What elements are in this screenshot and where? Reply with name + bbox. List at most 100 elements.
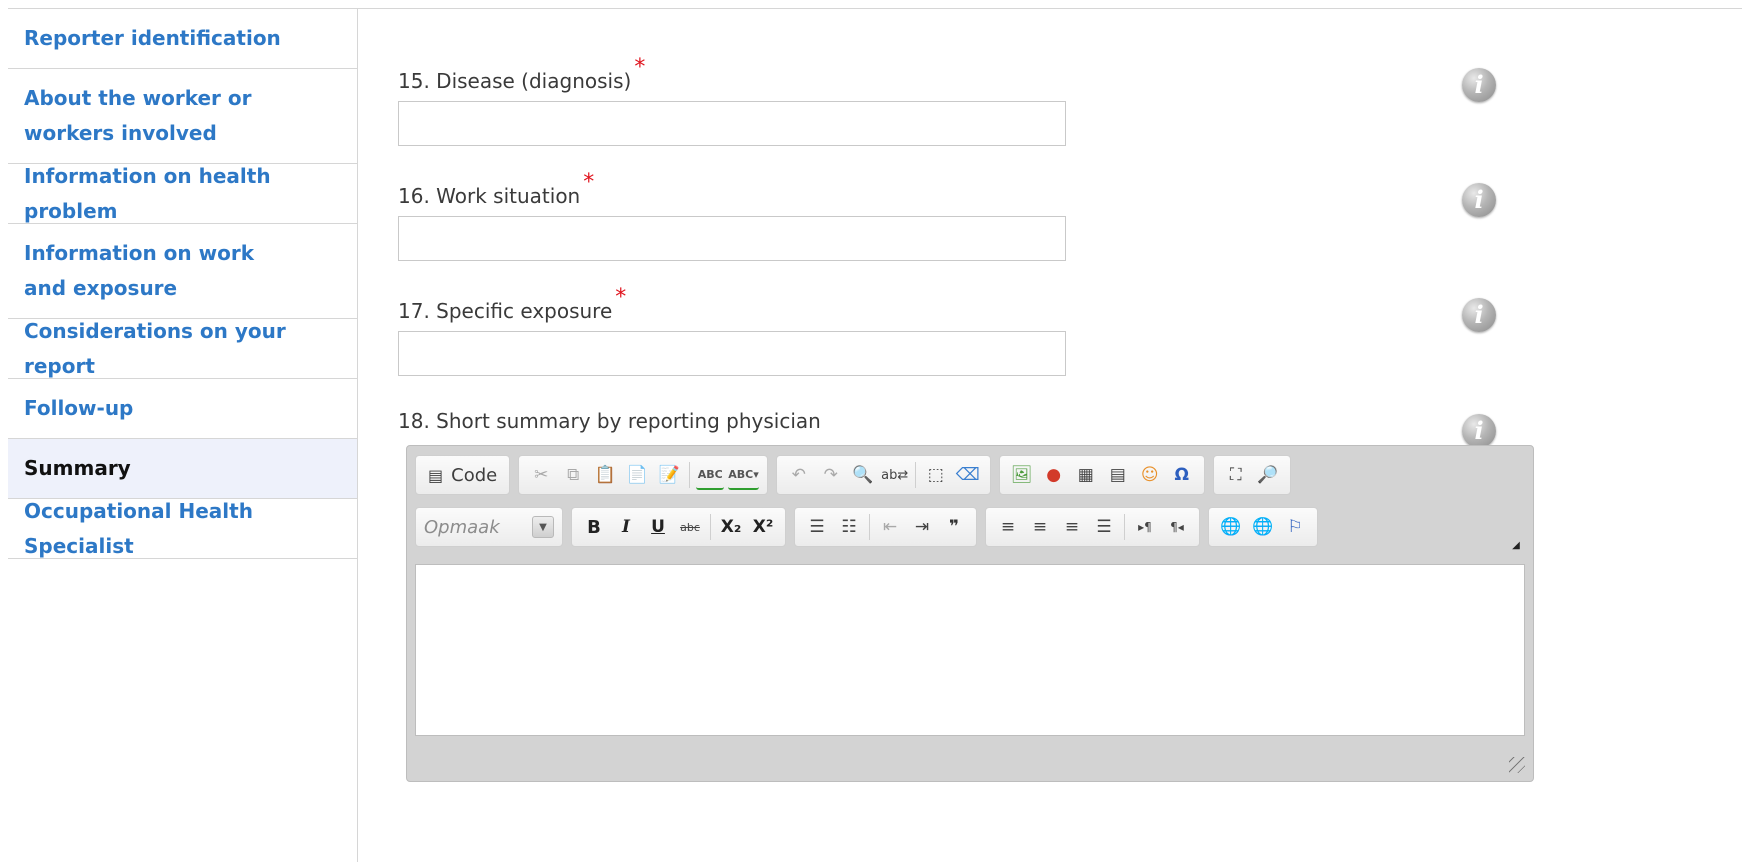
specific-exposure-label: 17. Specific exposure* <box>398 285 626 324</box>
bold-button[interactable]: B <box>580 512 608 542</box>
subscript-button[interactable]: X₂ <box>717 512 745 542</box>
toolbar-separator <box>689 462 691 488</box>
field-label-text: 17. Specific exposure <box>398 299 613 323</box>
field-label-text: 15. Disease (diagnosis) <box>398 69 632 93</box>
work-situation-label: 16. Work situation* <box>398 170 594 209</box>
toolbar-separator <box>1124 514 1125 540</box>
image-icon[interactable]: 🖼 <box>1008 460 1036 490</box>
underline-button[interactable]: U <box>644 512 672 542</box>
collapse-toolbar-icon[interactable]: ◢ <box>1509 540 1523 552</box>
replace-icon[interactable]: ab⇄ <box>881 460 909 490</box>
info-icon[interactable]: i <box>1462 298 1496 332</box>
spellcheck-as-you-type-button[interactable]: ABC▾ <box>728 460 759 490</box>
nav-item-label: Occupational Health Specialist <box>24 498 253 558</box>
toolbar-separator <box>869 514 870 540</box>
redo-icon[interactable]: ↷ <box>817 460 845 490</box>
outdent-icon[interactable]: ⇤ <box>876 512 904 542</box>
justify-icon[interactable]: ☰ <box>1090 512 1118 542</box>
disease-diagnosis-input[interactable] <box>398 101 1066 146</box>
nav-item-label: Summary <box>24 456 131 480</box>
align-right-icon[interactable]: ≡ <box>1058 512 1086 542</box>
editor-toolbar-row-2: Opmaak ▼ B I U abc X₂ X² ☰ ☷ ⇤ ⇥ ❞ ≡ ≡ ≡… <box>415 506 1326 548</box>
resize-handle-icon[interactable] <box>1509 757 1525 773</box>
format-select-label: Opmaak <box>424 516 500 538</box>
specific-exposure-input[interactable] <box>398 331 1066 376</box>
anchor-flag-icon[interactable]: ⚐ <box>1281 512 1309 542</box>
disease-diagnosis-label: 15. Disease (diagnosis)* <box>398 55 645 94</box>
align-left-icon[interactable]: ≡ <box>994 512 1022 542</box>
field-label-text: 16. Work situation <box>398 184 581 208</box>
remove-format-icon[interactable]: ⌫ <box>954 460 982 490</box>
toolbar-group-insert: 🖼 ● ▦ ▤ ☺ Ω <box>998 455 1205 495</box>
paste-from-word-icon[interactable]: 📝 <box>655 460 683 490</box>
toolbar-group-source: ▤ Code <box>415 455 511 495</box>
nav-item-label: Considerations on your report <box>24 318 286 378</box>
toolbar-separator <box>710 514 711 540</box>
required-marker: * <box>634 55 646 80</box>
cut-icon[interactable]: ✂ <box>527 460 555 490</box>
format-select[interactable]: Opmaak ▼ <box>415 507 563 547</box>
spellcheck-button[interactable]: ABC <box>696 460 725 490</box>
align-center-icon[interactable]: ≡ <box>1026 512 1054 542</box>
italic-button[interactable]: I <box>612 512 640 542</box>
source-icon: ▤ <box>428 465 444 485</box>
nav-item-label: Information on work and exposure <box>24 241 254 300</box>
toolbar-group-editing: ↶ ↷ 🔍 ab⇄ ⬚ ⌫ <box>775 455 991 495</box>
select-all-icon[interactable]: ⬚ <box>922 460 950 490</box>
unlink-icon[interactable]: 🌐 <box>1249 512 1277 542</box>
special-char-icon[interactable]: Ω <box>1168 460 1196 490</box>
info-icon[interactable]: i <box>1462 414 1496 448</box>
summary-rich-text-editor: ▤ Code ✂ ⧉ 📋 📄 📝 ABC ABC▾ ↶ ↷ 🔍 ab⇄ ⬚ ⌫ … <box>406 445 1534 782</box>
numbered-list-icon[interactable]: ☰ <box>803 512 831 542</box>
toolbar-group-basic-styles: B I U abc X₂ X² <box>571 507 786 547</box>
nav-item-summary[interactable]: Summary <box>8 439 357 499</box>
text-direction-ltr-icon[interactable]: ▸¶ <box>1131 512 1159 542</box>
preview-icon[interactable]: 🔎 <box>1254 460 1282 490</box>
nav-item-about-worker[interactable]: About the worker or workers involved <box>8 69 357 164</box>
nav-item-label: About the worker or workers involved <box>24 86 252 145</box>
superscript-button[interactable]: X² <box>749 512 777 542</box>
source-code-button[interactable]: ▤ Code <box>424 460 501 490</box>
table-icon[interactable]: ▦ <box>1072 460 1100 490</box>
text-direction-rtl-icon[interactable]: ¶◂ <box>1163 512 1191 542</box>
find-icon[interactable]: 🔍 <box>849 460 877 490</box>
toolbar-separator <box>914 462 916 488</box>
editor-toolbar-row-1: ▤ Code ✂ ⧉ 📋 📄 📝 ABC ABC▾ ↶ ↷ 🔍 ab⇄ ⬚ ⌫ … <box>415 454 1299 496</box>
toolbar-group-alignment: ≡ ≡ ≡ ☰ ▸¶ ¶◂ <box>985 507 1200 547</box>
smiley-icon[interactable]: ☺ <box>1136 460 1164 490</box>
undo-icon[interactable]: ↶ <box>785 460 813 490</box>
paste-text-icon[interactable]: 📄 <box>623 460 651 490</box>
horizontal-rule-icon[interactable]: ▤ <box>1104 460 1132 490</box>
chevron-down-icon: ▼ <box>532 516 554 538</box>
strikethrough-button[interactable]: abc <box>676 512 704 542</box>
indent-icon[interactable]: ⇥ <box>908 512 936 542</box>
source-button-label: Code <box>451 464 498 486</box>
bulleted-list-icon[interactable]: ☷ <box>835 512 863 542</box>
section-navigation: Reporter identification About the worker… <box>8 8 358 862</box>
nav-item-occupational-health-specialist[interactable]: Occupational Health Specialist <box>8 499 357 559</box>
info-icon[interactable]: i <box>1462 183 1496 217</box>
nav-item-label: Follow-up <box>24 396 134 420</box>
blockquote-button[interactable]: ❞ <box>940 512 968 542</box>
toolbar-group-lists: ☰ ☷ ⇤ ⇥ ❞ <box>794 507 977 547</box>
nav-item-health-problem[interactable]: Information on health problem <box>8 164 357 224</box>
nav-item-label: Information on health problem <box>24 163 271 223</box>
required-marker: * <box>583 170 595 195</box>
nav-item-considerations[interactable]: Considerations on your report <box>8 319 357 379</box>
toolbar-group-clipboard: ✂ ⧉ 📋 📄 📝 ABC ABC▾ <box>518 455 768 495</box>
info-icon[interactable]: i <box>1462 68 1496 102</box>
paste-icon[interactable]: 📋 <box>591 460 619 490</box>
editor-content-area[interactable] <box>415 564 1525 736</box>
short-summary-label: 18. Short summary by reporting physician <box>398 409 821 433</box>
nav-item-work-exposure[interactable]: Information on work and exposure <box>8 224 357 319</box>
copy-icon[interactable]: ⧉ <box>559 460 587 490</box>
flash-icon[interactable]: ● <box>1040 460 1068 490</box>
work-situation-input[interactable] <box>398 216 1066 261</box>
nav-item-reporter-identification[interactable]: Reporter identification <box>8 9 357 69</box>
nav-item-follow-up[interactable]: Follow-up <box>8 379 357 439</box>
maximize-icon[interactable]: ⛶ <box>1222 460 1250 490</box>
toolbar-group-view: ⛶ 🔎 <box>1212 455 1291 495</box>
nav-item-label: Reporter identification <box>24 26 281 50</box>
link-icon[interactable]: 🌐 <box>1217 512 1245 542</box>
toolbar-group-links: 🌐 🌐 ⚐ <box>1208 507 1318 547</box>
